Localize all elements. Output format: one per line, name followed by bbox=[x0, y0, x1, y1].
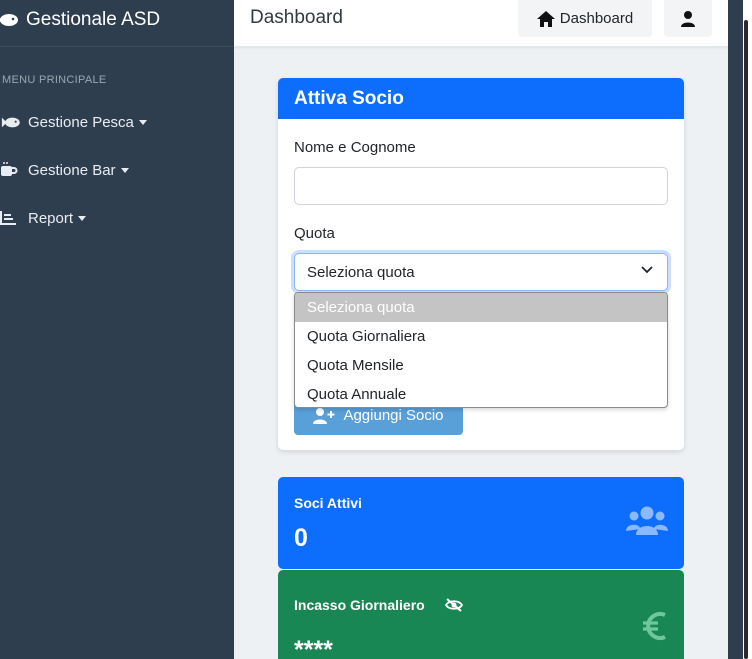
sidebar-item-gestione-bar[interactable]: Gestione Bar bbox=[0, 159, 129, 181]
fish-icon bbox=[0, 14, 18, 26]
sidebar: Gestionale ASD MENU PRINCIPALE Gestione … bbox=[0, 0, 234, 659]
users-icon bbox=[626, 506, 668, 535]
scrollbar-thumb[interactable] bbox=[744, 20, 748, 659]
menu-section-title: MENU PRINCIPALE bbox=[2, 74, 107, 86]
sidebar-item-report[interactable]: Report bbox=[0, 207, 87, 229]
top-bar: Dashboard Dashboard bbox=[234, 0, 728, 47]
scroll-track bbox=[728, 0, 743, 659]
quota-option[interactable]: Quota Annuale bbox=[295, 380, 667, 407]
dashboard-button-label: Dashboard bbox=[559, 10, 634, 27]
quota-select[interactable]: Seleziona quota bbox=[294, 253, 668, 291]
stat-label: Incasso Giornaliero bbox=[294, 597, 425, 613]
euro-icon bbox=[643, 612, 666, 640]
card-title: Attiva Socio bbox=[278, 78, 684, 119]
fish-icon bbox=[0, 116, 28, 129]
quota-dropdown-list: Seleziona quota Quota Giornaliera Quota … bbox=[294, 292, 668, 408]
caret-down-icon bbox=[78, 215, 87, 221]
brand-title: Gestionale ASD bbox=[26, 9, 161, 30]
coffee-icon bbox=[0, 162, 28, 178]
stat-label-row: Incasso Giornaliero bbox=[294, 597, 463, 613]
user-plus-icon bbox=[313, 407, 335, 424]
stat-label: Soci Attivi bbox=[294, 495, 362, 511]
incasso-giornaliero-card: Incasso Giornaliero **** bbox=[278, 570, 684, 659]
chevron-down-icon bbox=[641, 266, 653, 274]
name-input[interactable] bbox=[294, 167, 668, 205]
quota-label: Quota bbox=[294, 225, 335, 242]
brand[interactable]: Gestionale ASD bbox=[0, 6, 160, 34]
dashboard-button[interactable]: Dashboard bbox=[518, 0, 652, 37]
sidebar-item-label: Gestione Pesca bbox=[28, 113, 134, 131]
user-menu-button[interactable] bbox=[664, 0, 712, 37]
sidebar-divider bbox=[0, 46, 234, 47]
sidebar-item-gestione-pesca[interactable]: Gestione Pesca bbox=[0, 111, 147, 133]
soci-attivi-card: Soci Attivi 0 bbox=[278, 477, 684, 569]
sidebar-item-label: Gestione Bar bbox=[28, 161, 116, 179]
stat-value: 0 bbox=[294, 524, 308, 552]
name-label: Nome e Cognome bbox=[294, 139, 416, 156]
caret-down-icon bbox=[120, 167, 129, 173]
stat-value: **** bbox=[294, 636, 333, 659]
home-icon bbox=[536, 10, 555, 27]
quota-option[interactable]: Quota Giornaliera bbox=[295, 322, 667, 351]
page-title: Dashboard bbox=[250, 7, 343, 28]
add-socio-label: Aggiungi Socio bbox=[343, 407, 444, 424]
sidebar-item-label: Report bbox=[28, 209, 74, 227]
caret-down-icon bbox=[138, 119, 147, 125]
quota-option[interactable]: Seleziona quota bbox=[295, 293, 667, 322]
quota-selected-value: Seleziona quota bbox=[307, 263, 415, 281]
eye-slash-icon[interactable] bbox=[444, 598, 463, 612]
quota-option[interactable]: Quota Mensile bbox=[295, 351, 667, 380]
user-icon bbox=[681, 10, 695, 27]
chart-icon bbox=[0, 211, 28, 225]
